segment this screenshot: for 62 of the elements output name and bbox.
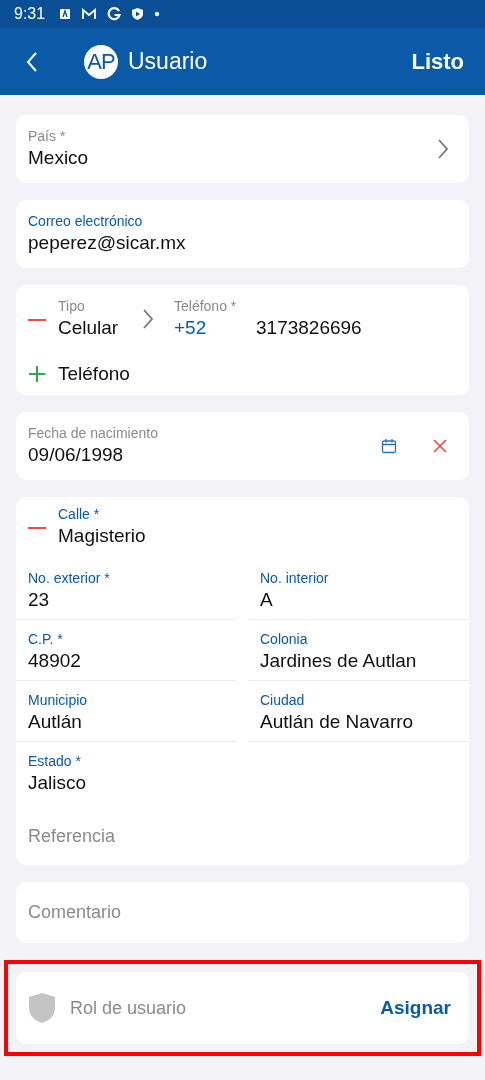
street-field[interactable]: Calle * Magisterio: [58, 505, 146, 549]
address-field[interactable]: No. interior A: [248, 559, 469, 620]
address-field[interactable]: Ciudad Autlán de Navarro: [248, 681, 469, 742]
role-field: Rol de usuario: [70, 997, 381, 1019]
dot-icon: [154, 11, 161, 17]
field-value: A: [260, 588, 274, 612]
done-button[interactable]: Listo: [411, 48, 464, 75]
address-field[interactable]: Estado * Jalisco: [16, 742, 236, 802]
back-button[interactable]: [26, 50, 38, 73]
address-field[interactable]: No. exterior * 23: [16, 559, 236, 620]
field-value: Jardines de Autlan: [260, 649, 418, 673]
field-label: País *: [28, 127, 67, 145]
field-label: Teléfono *: [174, 297, 238, 315]
field-value: Autlán: [28, 710, 83, 734]
phone-type-select[interactable]: Tipo Celular: [58, 297, 174, 341]
back-icon: [26, 50, 38, 73]
app-icon: [59, 8, 72, 20]
calendar-icon: [381, 438, 397, 454]
field-label: C.P. *: [28, 630, 64, 648]
status-time: 9:31: [14, 5, 46, 23]
field-value: Jalisco: [28, 771, 88, 795]
address-field[interactable]: Colonia Jardines de Autlan: [248, 620, 469, 681]
field-label: Correo electrónico: [28, 212, 144, 230]
assign-button[interactable]: Asignar: [380, 997, 451, 1019]
address-field[interactable]: C.P. * 48902: [16, 620, 236, 681]
field-value: Celular: [58, 316, 120, 340]
add-phone-button[interactable]: Teléfono: [28, 363, 130, 385]
shield-icon: [131, 7, 145, 21]
chevron-right-icon: [142, 308, 154, 330]
country-code[interactable]: +52: [174, 315, 256, 341]
field-label: Colonia: [260, 630, 309, 648]
field-value: 09/06/1998: [28, 443, 125, 467]
chevron-right-icon: [437, 138, 449, 160]
clear-icon: [433, 439, 447, 453]
address-field[interactable]: Municipio Autlán: [16, 681, 236, 742]
minus-icon: [28, 527, 46, 529]
page-title: Usuario: [128, 48, 209, 75]
google-icon: [107, 7, 122, 21]
field-value: Magisterio: [58, 524, 146, 548]
field-label: Tipo: [58, 297, 86, 315]
field-label: Fecha de nacimiento: [28, 424, 159, 442]
field-label: Calle *: [58, 505, 101, 523]
field-label: No. interior: [260, 569, 330, 587]
shield-icon: [28, 992, 56, 1024]
date-field[interactable]: Fecha de nacimiento 09/06/1998: [16, 412, 469, 480]
field-label: Estado *: [28, 752, 82, 770]
avatar: AP: [84, 44, 118, 79]
minus-icon: [28, 319, 46, 321]
phone-number[interactable]: 3173826696: [256, 315, 362, 341]
field-label: Ciudad: [260, 691, 306, 709]
email-field[interactable]: Correo electrónico peperez@sicar.mx: [16, 200, 469, 268]
comment-field[interactable]: Comentario: [16, 882, 469, 943]
field-value: 48902: [28, 649, 82, 673]
plus-icon: [28, 365, 46, 383]
field-value: Mexico: [28, 146, 90, 170]
field-value: Autlán de Navarro: [260, 710, 415, 734]
field-label: No. exterior *: [28, 569, 111, 587]
mail-icon: [81, 8, 98, 20]
field-value: 23: [28, 588, 51, 612]
field-value: peperez@sicar.mx: [28, 231, 187, 255]
country-select[interactable]: País * Mexico: [16, 115, 469, 183]
field-label: Municipio: [28, 691, 89, 709]
